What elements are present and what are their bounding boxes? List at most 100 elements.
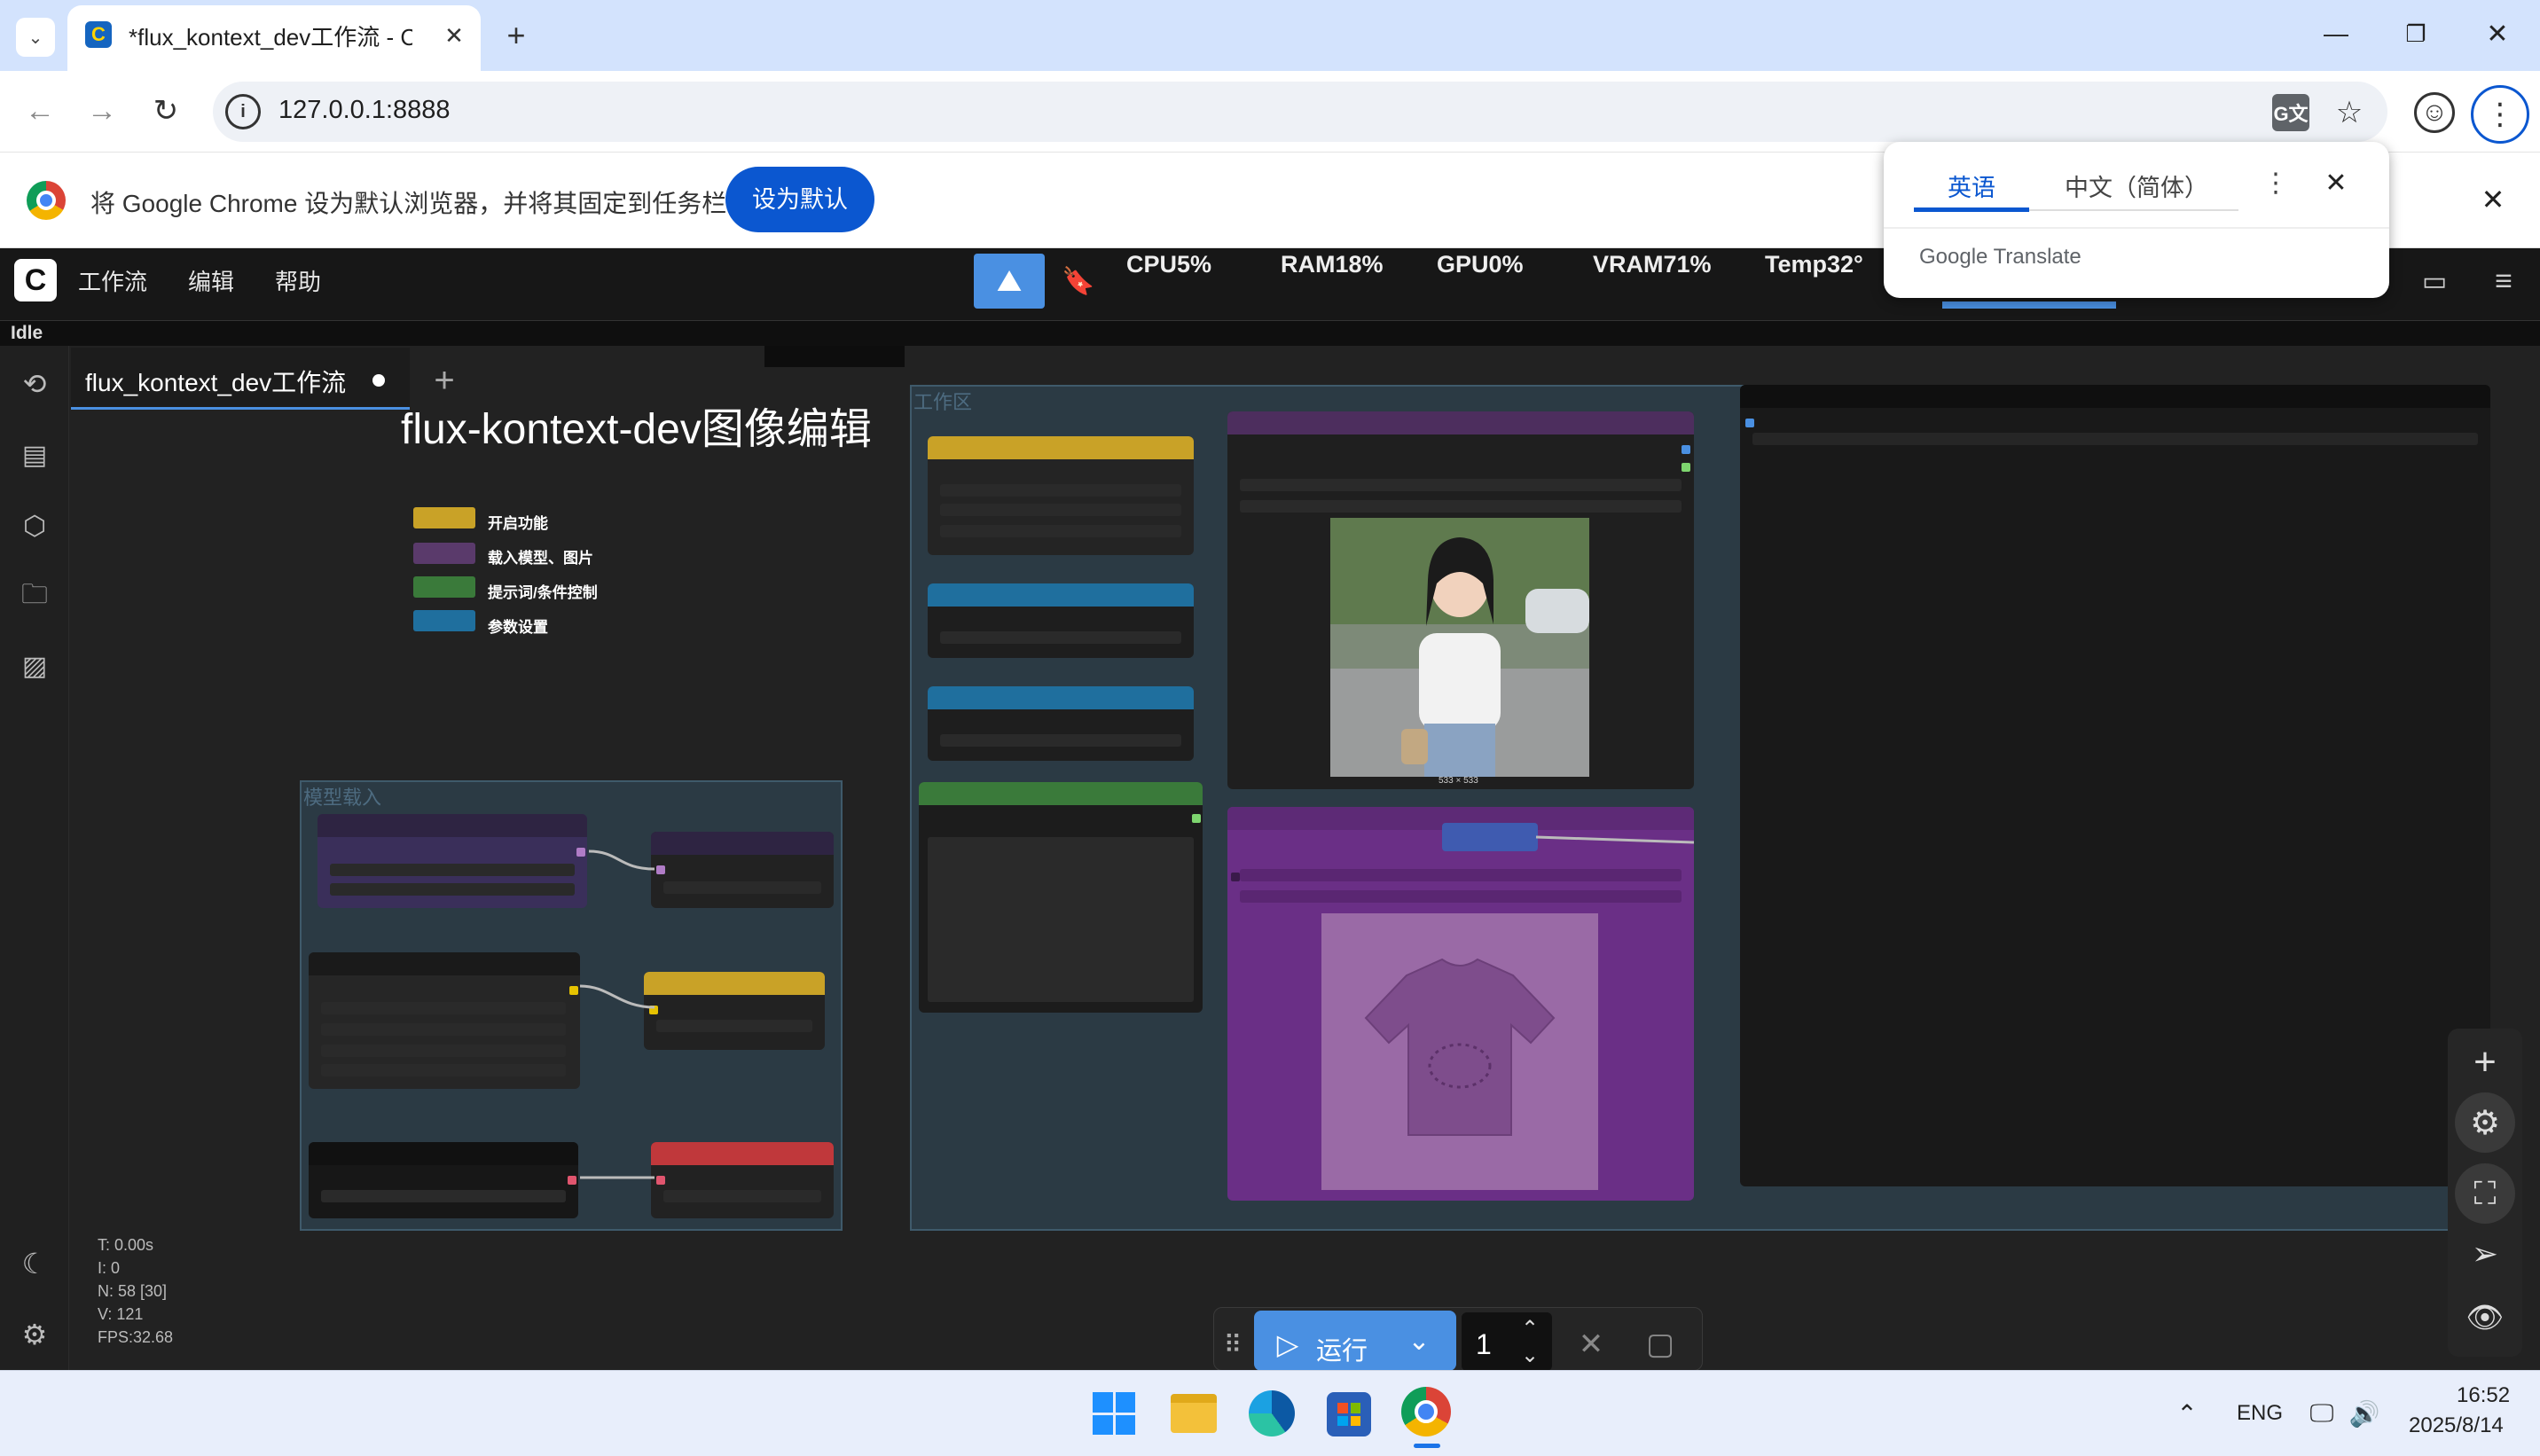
tab-title: *flux_kontext_dev工作流 - Co: [129, 24, 412, 51]
legend-swatch-green: [413, 576, 475, 598]
tiny-node[interactable]: [764, 346, 905, 367]
back-icon[interactable]: ←: [20, 90, 60, 131]
tab-search-icon[interactable]: ⌄: [16, 18, 55, 57]
canvas-settings-icon[interactable]: ⚙: [2455, 1092, 2515, 1153]
translate-options-icon[interactable]: ⋮: [2260, 165, 2292, 200]
workflows-folder-icon[interactable]: 🗀: [12, 575, 57, 619]
chrome-taskbar-icon[interactable]: [1401, 1387, 1451, 1436]
count-up-icon[interactable]: ⌃: [1515, 1316, 1545, 1341]
comfyui-logo-icon[interactable]: C: [14, 259, 57, 301]
bottom-panel-icon[interactable]: ▭: [2414, 261, 2455, 301]
profile-icon[interactable]: ☺: [2414, 92, 2455, 133]
translate-tab-source[interactable]: 英语: [1948, 168, 1995, 203]
group-model-links: [579, 849, 655, 1179]
comfyui-favicon: C: [85, 21, 112, 48]
canvas-stat-time: T: 0.00s: [98, 1236, 154, 1254]
menu-help[interactable]: 帮助: [275, 264, 321, 297]
store-icon[interactable]: [1327, 1392, 1371, 1436]
drag-handle-icon[interactable]: ⠿: [1219, 1325, 1247, 1364]
model-library-icon[interactable]: ⬡: [12, 504, 57, 548]
gallery-icon[interactable]: ▨: [12, 644, 57, 688]
chrome-menu-icon[interactable]: ⋮: [2471, 85, 2529, 144]
translate-tab-underline: [1914, 207, 2029, 212]
settings-icon[interactable]: ⚙: [12, 1312, 57, 1357]
chrome-active-indicator: [1414, 1444, 1440, 1448]
cancel-run-icon[interactable]: ✕: [1572, 1325, 1611, 1364]
status-text: Idle: [11, 323, 43, 343]
close-tab-icon[interactable]: ✕: [436, 18, 472, 53]
translate-popup-divider: [1884, 227, 2389, 229]
bookmark-star-icon[interactable]: ☆: [2329, 92, 2370, 133]
node-prompt[interactable]: [919, 782, 1203, 1013]
network-icon[interactable]: 🖵: [2304, 1396, 2340, 1431]
canvas-stat-i: I: 0: [98, 1259, 121, 1277]
start-icon[interactable]: [1093, 1392, 1135, 1435]
legend-swatch-yellow: [413, 507, 475, 528]
forward-icon[interactable]: →: [82, 90, 122, 131]
new-tab-icon[interactable]: +: [497, 16, 536, 55]
canvas-title: flux-kontext-dev图像编辑: [401, 406, 872, 453]
infobar-text: 将 Google Chrome 设为默认浏览器，并将其固定到任务栏: [90, 190, 727, 217]
chrome-logo-icon: [27, 181, 66, 220]
toggle-links-icon[interactable]: 👁: [2460, 1293, 2510, 1342]
gpu-stat: GPU0%: [1437, 251, 1524, 278]
queue-panel-icon[interactable]: ⛰: [974, 254, 1045, 309]
google-translate-brand: Google Translate: [1919, 245, 2081, 269]
theme-toggle-icon[interactable]: ☾: [12, 1241, 57, 1286]
translate-close-icon[interactable]: ✕: [2318, 165, 2354, 200]
unsaved-dot: [372, 374, 385, 387]
play-icon: ▷: [1276, 1328, 1299, 1360]
clock-time[interactable]: 16:52: [2457, 1383, 2510, 1408]
group-work-title: 工作区: [913, 391, 973, 413]
queue-list-icon[interactable]: ▤: [12, 433, 57, 477]
legend-swatch-blue: [413, 610, 475, 631]
node-preview-output[interactable]: [1740, 385, 2490, 1186]
image-node-link: [1535, 835, 1694, 844]
vram-stat: VRAM71%: [1593, 251, 1712, 278]
address-bar[interactable]: [213, 82, 2387, 142]
translate-tab-target[interactable]: 中文（简体）: [2065, 168, 2208, 203]
stop-queue-icon[interactable]: ▢: [1641, 1325, 1680, 1364]
history-icon[interactable]: ⟲: [12, 362, 57, 406]
infobar-close-icon[interactable]: ✕: [2474, 181, 2512, 218]
minimize-icon[interactable]: —: [2317, 14, 2356, 53]
legend-label-1: 开启功能: [488, 515, 548, 532]
site-info-icon[interactable]: i: [225, 94, 261, 129]
close-window-icon[interactable]: ✕: [2478, 14, 2517, 53]
active-indicator: [1942, 301, 2116, 309]
image-size-caption: 533 × 533: [1439, 776, 1478, 786]
file-explorer-icon[interactable]: [1171, 1394, 1217, 1433]
temp-stat: Temp32°: [1765, 251, 1863, 278]
legend-label-3: 提示词/条件控制: [488, 584, 598, 601]
menu-edit[interactable]: 编辑: [188, 264, 234, 297]
node-enable-switch[interactable]: [928, 436, 1194, 555]
hamburger-menu-icon[interactable]: ≡: [2483, 261, 2524, 301]
canvas-stat-v: V: 121: [98, 1305, 144, 1323]
ram-stat: RAM18%: [1281, 251, 1384, 278]
input-language[interactable]: ENG: [2237, 1401, 2283, 1426]
legend-label-4: 参数设置: [488, 619, 548, 636]
workflow-tab-title: flux_kontext_dev工作流: [85, 369, 347, 396]
cpu-stat: CPU5%: [1126, 251, 1212, 278]
menu-workflow[interactable]: 工作流: [78, 264, 147, 297]
canvas-stat-fps: FPS:32.68: [98, 1328, 174, 1346]
legend-swatch-purple: [413, 543, 475, 564]
run-dropdown-icon[interactable]: ⌄: [1382, 1311, 1456, 1371]
node-param-1[interactable]: [928, 583, 1194, 658]
queue-count[interactable]: 1: [1476, 1328, 1492, 1361]
set-default-button[interactable]: 设为默认: [725, 167, 874, 232]
reload-icon[interactable]: ↻: [145, 90, 186, 131]
bookmark-icon[interactable]: 🔖: [1055, 254, 1101, 309]
select-tool-icon[interactable]: ➢: [2460, 1229, 2510, 1279]
tray-overflow-icon[interactable]: ⌃: [2171, 1397, 2203, 1429]
restore-icon[interactable]: ❐: [2396, 14, 2435, 53]
edge-icon[interactable]: [1249, 1390, 1295, 1436]
url-text[interactable]: 127.0.0.1:8888: [278, 96, 451, 125]
count-down-icon[interactable]: ⌄: [1515, 1342, 1545, 1367]
translate-icon[interactable]: G文: [2272, 94, 2309, 131]
node-param-2[interactable]: [928, 686, 1194, 761]
clock-date[interactable]: 2025/8/14: [2409, 1413, 2504, 1438]
fit-view-icon[interactable]: ⛶: [2455, 1163, 2515, 1224]
zoom-in-icon[interactable]: +: [2460, 1037, 2510, 1087]
volume-icon[interactable]: 🔊: [2347, 1396, 2382, 1431]
